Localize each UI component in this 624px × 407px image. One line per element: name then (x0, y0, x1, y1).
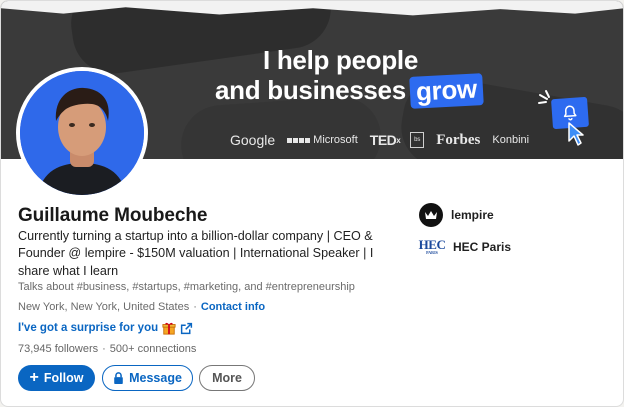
separator-dot: · (102, 343, 106, 355)
custom-link-text[interactable]: I've got a surprise for you (18, 322, 158, 334)
google-logo: Google (230, 132, 276, 148)
connections-count[interactable]: 500+ connections (110, 343, 197, 355)
tedx-logo: TED x (369, 132, 401, 148)
headline-line-2-text: and businesses (215, 75, 406, 105)
microsoft-squares-icon (287, 137, 311, 143)
cursor-icon (568, 122, 584, 146)
press-logos: Google Microsoft TED x bs Forbes Konbini (230, 132, 529, 148)
school-name[interactable]: HEC Paris (453, 240, 511, 254)
contact-info-link[interactable]: Contact info (201, 301, 265, 313)
message-label: Message (129, 371, 182, 385)
hec-logo: HEC PARIS (419, 236, 446, 258)
talks-about: Talks about #business, #startups, #marke… (18, 281, 355, 293)
location-row: New York, New York, United States · Cont… (18, 301, 265, 313)
lempire-logo (419, 203, 443, 227)
hec-logo-subtext: PARIS (426, 250, 438, 255)
microsoft-logo-text: Microsoft (313, 134, 358, 146)
person-portrait-icon (20, 71, 144, 195)
network-stats: 73,945 followers · 500+ connections (18, 343, 196, 355)
followers-count[interactable]: 73,945 followers (18, 343, 98, 355)
ted-logo-text: TED (369, 132, 397, 148)
more-button[interactable]: More (199, 365, 255, 391)
follow-button[interactable]: + Follow (18, 365, 95, 391)
bell-icon (563, 105, 577, 121)
crown-icon (425, 211, 437, 219)
profile-card: I help people and businesses grow Google … (0, 0, 624, 407)
company-name[interactable]: lempire (451, 208, 494, 222)
message-button[interactable]: Message (102, 365, 193, 391)
headline-line-2: and businesses grow (215, 73, 515, 109)
external-link-icon[interactable] (180, 322, 193, 335)
konbini-logo: Konbini (492, 134, 530, 146)
location-text: New York, New York, United States (18, 301, 190, 313)
more-label: More (212, 371, 242, 385)
business-school-logo: bs (410, 132, 425, 148)
profile-avatar[interactable] (16, 67, 148, 199)
education-school[interactable]: HEC PARIS HEC Paris (419, 236, 511, 258)
headline-line-1: I help people (263, 45, 419, 75)
gift-icon (162, 322, 176, 335)
lock-icon (114, 372, 123, 384)
profile-name: Guillaume Moubeche (18, 205, 208, 226)
avatar-photo (20, 71, 144, 195)
microsoft-logo: Microsoft (287, 134, 358, 146)
custom-link[interactable]: I've got a surprise for you (18, 321, 193, 335)
ted-logo-sup: x (396, 135, 401, 145)
banner-headline: I help people and businesses grow (215, 45, 515, 109)
headline-highlight: grow (409, 73, 484, 109)
forbes-logo: Forbes (436, 131, 481, 148)
separator-dot: · (193, 301, 197, 313)
profile-headline: Currently turning a startup into a billi… (18, 229, 374, 278)
plus-icon: + (29, 369, 39, 386)
current-company[interactable]: lempire (419, 203, 494, 227)
follow-label: Follow (43, 371, 84, 385)
